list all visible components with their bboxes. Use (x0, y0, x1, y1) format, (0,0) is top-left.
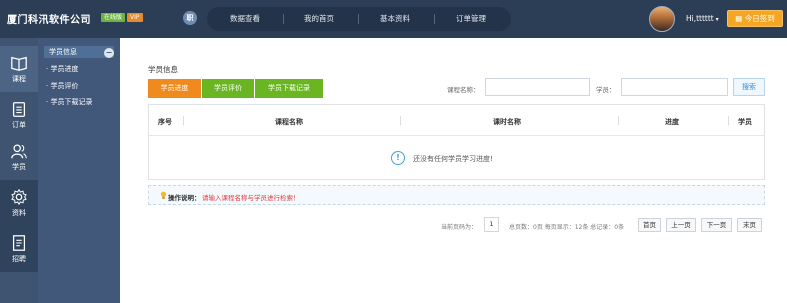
brand-name: 厦门科汛软件公司 (7, 15, 91, 26)
operation-tip: 操作说明： 请输入课程名称与学员进行检索！ (148, 185, 765, 205)
header-divider (728, 116, 729, 125)
vip-badge: VIP (127, 13, 143, 22)
first-page-button[interactable]: 首页 (638, 218, 661, 232)
lightbulb-icon (160, 191, 167, 199)
sub-menu (38, 38, 120, 303)
nav-orders[interactable]: 订单管理 (439, 7, 503, 31)
top-nav: 数据查看 我的首页 基本资料 订单管理 (207, 7, 511, 31)
nav-data-view[interactable]: 数据查看 (215, 7, 275, 31)
course-name-label: 课程名称： (447, 86, 480, 94)
rail-label: 招聘 (12, 255, 26, 263)
signin-button[interactable]: ▦ 今日签到 (727, 10, 783, 27)
nav-home[interactable]: 我的首页 (289, 7, 349, 31)
student-input[interactable] (621, 78, 728, 96)
content-corner (120, 38, 145, 62)
col-index: 序号 (158, 118, 172, 126)
student-label: 学员： (596, 86, 616, 94)
document-icon (12, 235, 26, 251)
submenu-item-download[interactable]: · 学员下载记录 (46, 96, 92, 108)
next-page-button[interactable]: 下一页 (701, 218, 732, 232)
signin-label: 今日签到 (744, 14, 775, 23)
info-icon: ! (391, 151, 405, 165)
rail-item-recruit[interactable]: 招聘 (0, 226, 38, 272)
tab-progress[interactable]: 学员进度 (148, 79, 201, 98)
table-header: 序号 课程名称 课时名称 进度 学员 (149, 105, 764, 136)
submenu-item-progress[interactable]: · 学员进度 (46, 63, 78, 75)
col-progress: 进度 (665, 118, 679, 126)
icon-rail: 课程 订单 学员 资料 招聘 (0, 38, 38, 303)
rail-item-student[interactable]: 学员 (0, 134, 38, 180)
nav-profile[interactable]: 基本资料 (365, 7, 425, 31)
search-button[interactable]: 搜索 (733, 78, 765, 96)
submenu-label: 学员下载记录 (50, 98, 93, 106)
col-course: 课程名称 (275, 118, 303, 126)
prev-page-button[interactable]: 上一页 (666, 218, 696, 232)
header-divider (400, 116, 401, 125)
rail-item-order[interactable]: 订单 (0, 92, 38, 138)
caret-down-icon: ▾ (713, 16, 719, 23)
submenu-label: 学员评价 (50, 82, 79, 90)
last-page-button[interactable]: 末页 (737, 218, 762, 232)
tip-title: 操作说明： (168, 194, 201, 202)
nav-divider (283, 14, 284, 24)
rail-label: 资料 (12, 209, 26, 217)
rail-item-material[interactable]: 资料 (0, 180, 38, 226)
logo-icon: 职 (183, 11, 197, 25)
user-name: Hi,tttttt (686, 14, 714, 23)
clipboard-icon (12, 102, 26, 117)
submenu-item-review[interactable]: · 学员评价 (46, 80, 78, 92)
col-lesson: 课时名称 (493, 118, 521, 126)
collapse-icon[interactable]: − (104, 48, 114, 58)
col-student: 学员 (738, 118, 752, 126)
course-name-input[interactable] (485, 78, 590, 96)
avatar[interactable] (649, 6, 675, 32)
pagination-summary: 总页数：0页 每页显示：12条 总记录：0条 (509, 224, 625, 231)
book-icon (11, 56, 27, 71)
user-menu[interactable]: Hi,tttttt ▾ (686, 14, 719, 23)
empty-message: 还没有任何学员学习进度! (413, 155, 493, 163)
rail-label: 学员 (12, 163, 26, 171)
users-icon (11, 144, 27, 159)
submenu-label: 学员进度 (50, 65, 79, 73)
nav-divider (358, 14, 359, 24)
online-badge: 在线版 (101, 13, 126, 22)
calendar-icon: ▦ (735, 14, 745, 23)
nav-divider (434, 14, 435, 24)
gear-icon (11, 188, 27, 206)
header-divider (618, 116, 619, 125)
current-page-input[interactable]: 1 (484, 217, 499, 232)
progress-table: 序号 课程名称 课时名称 进度 学员 ! 还没有任何学员学习进度! (148, 104, 765, 180)
rail-label: 课程 (12, 75, 26, 83)
current-page-label: 当前页码为： (441, 224, 478, 231)
rail-item-course[interactable]: 课程 (0, 46, 38, 92)
rail-label: 订单 (12, 121, 26, 129)
tip-text: 请输入课程名称与学员进行检索！ (202, 194, 300, 202)
tab-download[interactable]: 学员下载记录 (255, 79, 323, 98)
tab-review[interactable]: 学员评价 (202, 79, 254, 98)
top-bar: 厦门科汛软件公司 在线版 VIP 职 数据查看 我的首页 基本资料 订单管理 H… (0, 0, 787, 38)
page-title: 学员信息 (148, 65, 178, 74)
header-divider (183, 116, 184, 125)
